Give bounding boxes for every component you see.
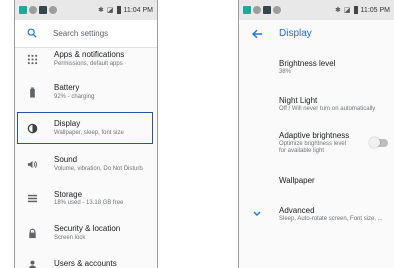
item-subtitle: Off / Will never turn on automatically bbox=[279, 106, 376, 113]
notification-icon bbox=[29, 6, 37, 14]
item-title: Display bbox=[54, 119, 81, 129]
item-title: Sound bbox=[54, 155, 78, 165]
item-title: Apps & notifications bbox=[54, 50, 125, 60]
apps-grid-icon bbox=[25, 52, 39, 66]
settings-item-battery[interactable]: Battery 92% - charging bbox=[15, 74, 157, 110]
item-title: Battery bbox=[54, 83, 80, 93]
settings-item-display[interactable]: Display Wallpaper, sleep, font size bbox=[17, 112, 153, 144]
adaptive-brightness-toggle[interactable] bbox=[369, 137, 388, 148]
item-subtitle: Volume, vibration, Do Not Disturb bbox=[54, 165, 143, 172]
item-title: Night Light bbox=[279, 96, 318, 106]
notification-icon bbox=[19, 6, 27, 14]
notification-icon bbox=[243, 6, 251, 14]
item-subtitle: 92% - charging bbox=[54, 93, 95, 100]
settings-screen: ✱ ◪ 11:04 PM Apps & notifications Permis… bbox=[14, 0, 158, 268]
signal-icon: ◪ bbox=[343, 7, 351, 14]
notification-icon bbox=[273, 6, 281, 14]
page-title: Display bbox=[279, 28, 312, 39]
settings-item-apps[interactable]: Apps & notifications Permissions, defaul… bbox=[15, 44, 157, 74]
search-icon bbox=[27, 25, 37, 43]
bluetooth-icon: ✱ bbox=[335, 7, 341, 14]
person-icon bbox=[25, 257, 39, 268]
status-time: 11:04 PM bbox=[123, 6, 153, 14]
notification-icon bbox=[39, 6, 47, 14]
search-input[interactable] bbox=[53, 29, 143, 38]
settings-list: Apps & notifications Permissions, defaul… bbox=[15, 44, 157, 268]
status-time: 11:05 PM bbox=[360, 6, 390, 14]
volume-icon bbox=[25, 157, 39, 171]
item-subtitle: Permissions, default apps bbox=[54, 60, 123, 67]
setting-advanced[interactable]: Advanced Sleep, Auto-rotate screen, Font… bbox=[239, 196, 394, 232]
back-arrow-icon[interactable] bbox=[251, 29, 263, 39]
bluetooth-icon: ✱ bbox=[98, 7, 104, 14]
item-subtitle: Screen lock bbox=[54, 234, 86, 241]
item-subtitle: 18% used - 13.18 GB free bbox=[54, 200, 124, 207]
status-bar: ✱ ◪ 11:04 PM bbox=[15, 0, 157, 20]
battery-icon bbox=[25, 85, 39, 99]
settings-item-users[interactable]: Users & accounts bbox=[15, 251, 157, 268]
settings-item-storage[interactable]: Storage 18% used - 13.18 GB free bbox=[15, 182, 157, 215]
setting-night-light[interactable]: Night Light Off / Will never turn on aut… bbox=[239, 87, 394, 122]
item-subtitle: Sleep, Auto-rotate screen, Font size, ..… bbox=[279, 215, 383, 222]
setting-wallpaper[interactable]: Wallpaper bbox=[239, 164, 394, 196]
toggle-knob bbox=[369, 137, 380, 148]
status-bar: ✱ ◪ 11:05 PM bbox=[239, 0, 394, 20]
item-title: Wallpaper bbox=[279, 175, 315, 185]
signal-icon: ◪ bbox=[106, 7, 114, 14]
setting-brightness-level[interactable]: Brightness level 38% bbox=[239, 47, 394, 87]
item-title: Advanced bbox=[279, 205, 315, 215]
storage-icon bbox=[25, 192, 39, 206]
settings-item-sound[interactable]: Sound Volume, vibration, Do Not Disturb bbox=[15, 146, 157, 182]
item-subtitle-line2: for available light bbox=[279, 148, 325, 154]
notification-icon bbox=[253, 6, 261, 14]
notification-icon bbox=[49, 6, 57, 14]
item-title: Users & accounts bbox=[54, 259, 117, 268]
item-subtitle: 38% bbox=[279, 68, 292, 75]
settings-item-security[interactable]: Security & location Screen lock bbox=[15, 215, 157, 251]
chevron-down-icon bbox=[253, 211, 261, 216]
item-title: Security & location bbox=[54, 224, 121, 234]
lock-icon bbox=[25, 226, 39, 240]
battery-status-icon bbox=[116, 6, 121, 14]
item-subtitle: Wallpaper, sleep, font size bbox=[54, 129, 124, 136]
item-title: Storage bbox=[54, 189, 83, 199]
item-title: Brightness level bbox=[279, 58, 336, 68]
notification-icon bbox=[263, 6, 271, 14]
display-settings-screen: ✱ ◪ 11:05 PM Display Brightness level 38… bbox=[238, 0, 394, 268]
brightness-icon bbox=[25, 121, 39, 135]
battery-status-icon bbox=[353, 6, 358, 14]
setting-adaptive-brightness[interactable]: Adaptive brightness Optimize brightness … bbox=[239, 122, 394, 164]
app-bar: Display bbox=[239, 20, 394, 47]
